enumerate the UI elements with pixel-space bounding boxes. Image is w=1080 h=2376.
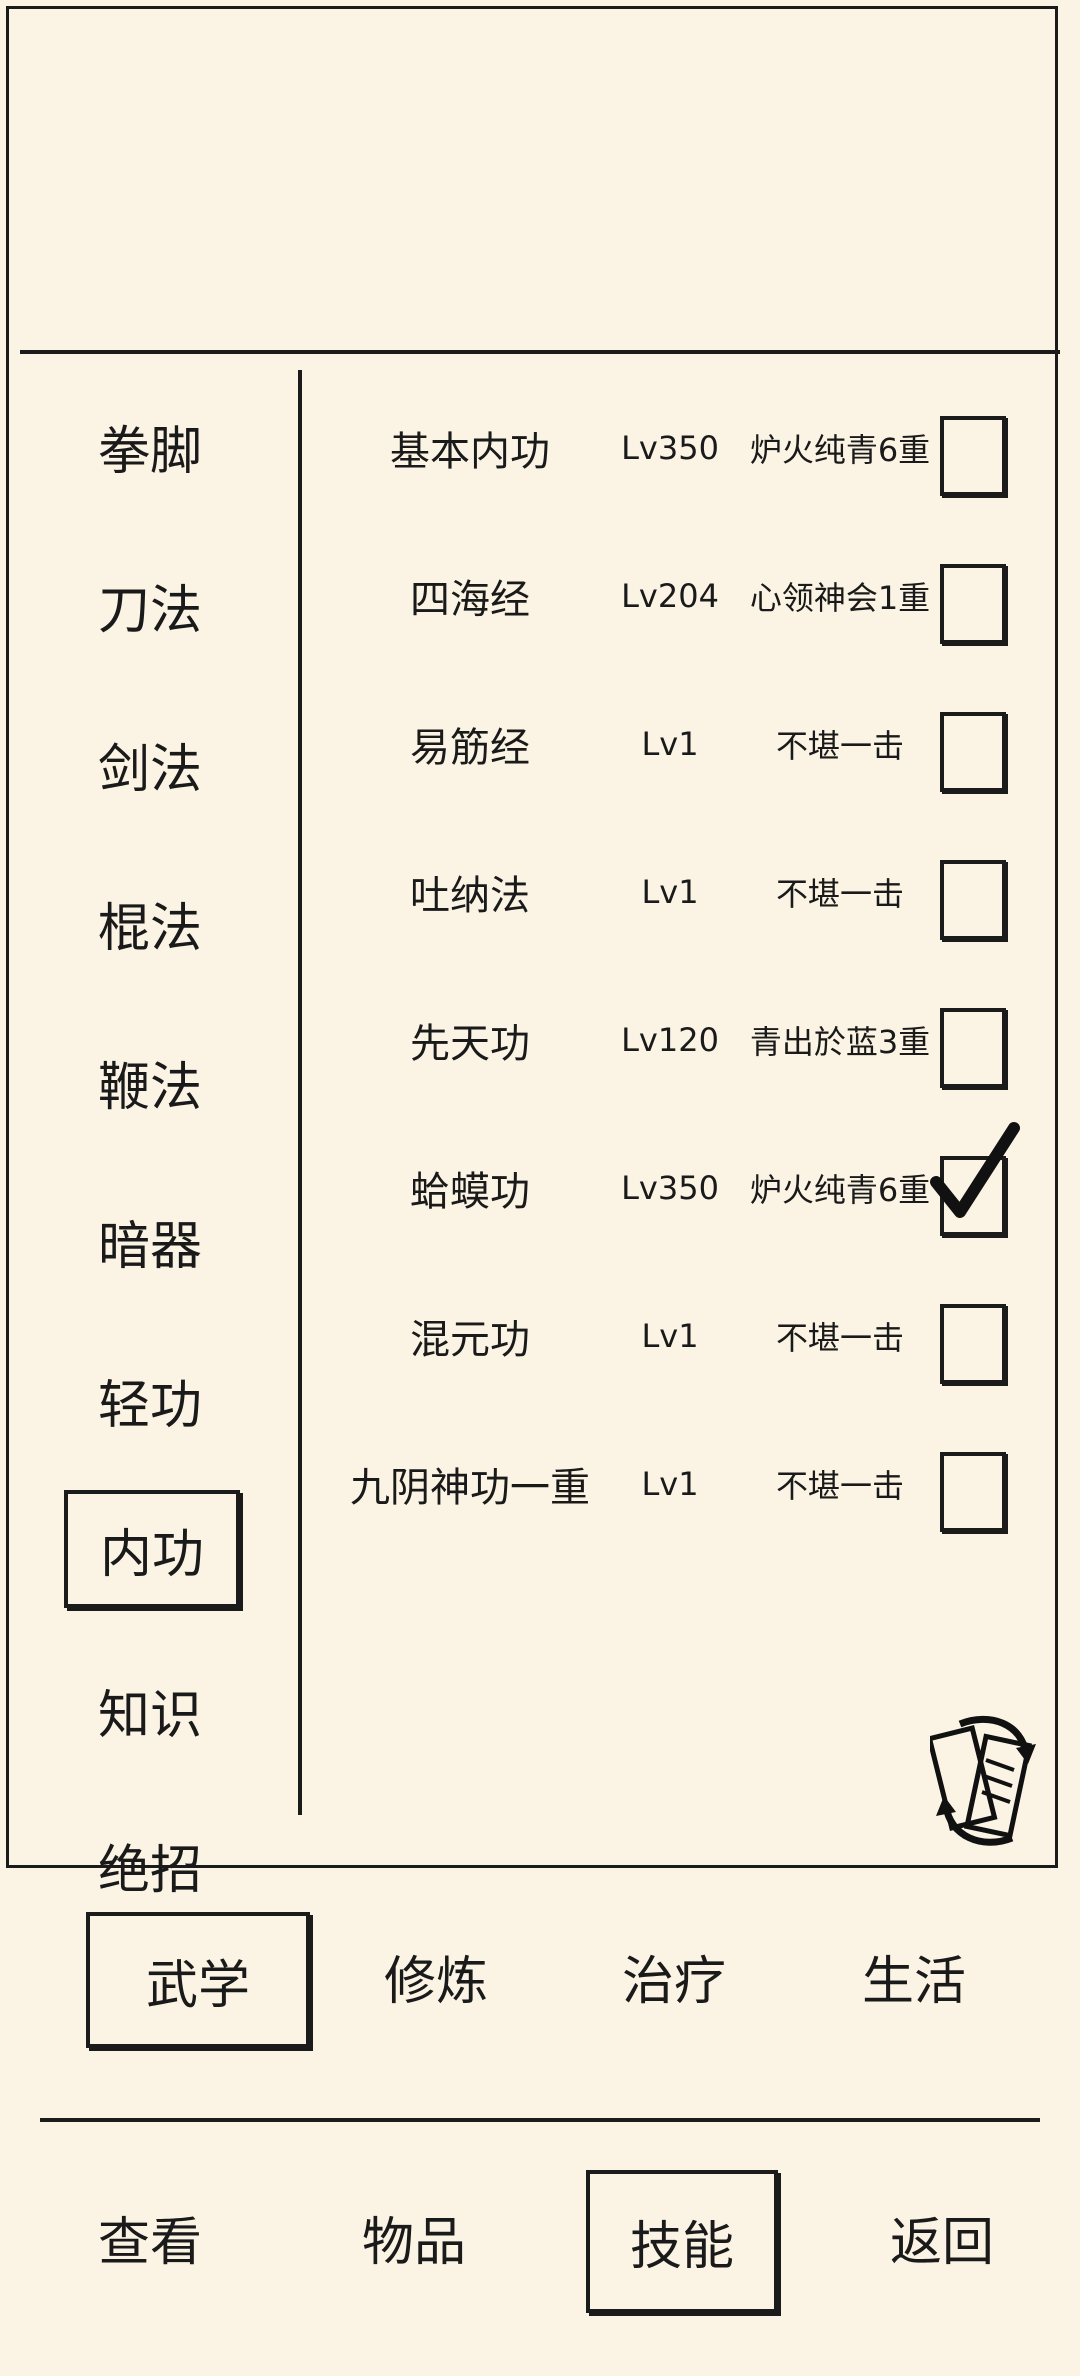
skill-row[interactable]: 蛤蟆功 Lv350 炉火纯青6重 — [330, 1118, 1020, 1258]
category-juezhao[interactable]: 绝招 — [60, 1815, 240, 1915]
skill-row[interactable]: 易筋经 Lv1 不堪一击 — [330, 674, 1020, 814]
category-daofa[interactable]: 刀法 — [60, 555, 240, 655]
swap-cards-icon[interactable] — [926, 1710, 1040, 1850]
category-divider — [298, 370, 302, 1815]
tab-zhiliao[interactable]: 治疗 — [574, 1912, 774, 2040]
skill-level: Lv1 — [641, 1317, 699, 1355]
bottom-divider — [40, 2118, 1040, 2122]
skill-row[interactable]: 吐纳法 Lv1 不堪一击 — [330, 822, 1020, 962]
skill-status: 炉火纯青6重 — [749, 431, 931, 469]
skill-status: 心领神会1重 — [749, 579, 931, 617]
category-gunfa[interactable]: 棍法 — [60, 873, 240, 973]
skill-level: Lv350 — [621, 1169, 719, 1207]
skill-checkbox[interactable] — [930, 1122, 1020, 1236]
skill-name: 基本内功 — [390, 429, 550, 475]
skill-name: 吐纳法 — [410, 873, 530, 919]
skill-status: 不堪一击 — [775, 1467, 904, 1505]
skill-name: 混元功 — [410, 1317, 530, 1363]
skill-name: 蛤蟆功 — [410, 1169, 530, 1215]
skill-level: Lv120 — [621, 1021, 719, 1059]
skill-name: 九阴神功一重 — [350, 1465, 590, 1511]
skill-checkbox[interactable] — [940, 1304, 1006, 1384]
category-anqi[interactable]: 暗器 — [60, 1191, 240, 1291]
skill-level: Lv204 — [621, 577, 719, 615]
skill-checkbox[interactable] — [940, 1452, 1006, 1532]
skill-level: Lv1 — [641, 725, 699, 763]
skill-checkbox[interactable] — [940, 416, 1006, 496]
skill-row[interactable]: 先天功 Lv120 青出於蓝3重 — [330, 970, 1020, 1110]
skill-name: 四海经 — [410, 577, 530, 623]
skill-status: 不堪一击 — [775, 727, 904, 765]
category-jianfa[interactable]: 剑法 — [60, 714, 240, 814]
top-divider — [20, 350, 1060, 354]
skill-name: 先天功 — [410, 1021, 530, 1067]
tab-wuxue[interactable]: 武学 — [86, 1912, 310, 2048]
skill-status: 青出於蓝3重 — [749, 1023, 931, 1061]
skill-status: 不堪一击 — [775, 1319, 904, 1357]
category-qinggong[interactable]: 轻功 — [60, 1350, 240, 1450]
nav-back[interactable]: 返回 — [842, 2170, 1042, 2305]
skill-checkbox[interactable] — [940, 860, 1006, 940]
category-bianfa[interactable]: 鞭法 — [60, 1032, 240, 1132]
skill-row[interactable]: 四海经 Lv204 心领神会1重 — [330, 526, 1020, 666]
skill-name: 易筋经 — [410, 725, 530, 771]
tab-shenghuo[interactable]: 生活 — [814, 1912, 1014, 2040]
skill-row[interactable]: 九阴神功一重 Lv1 不堪一击 — [330, 1414, 1020, 1554]
skill-status: 不堪一击 — [775, 875, 904, 913]
skill-row[interactable]: 基本内功 Lv350 炉火纯青6重 — [330, 378, 1020, 518]
skill-level: Lv1 — [641, 873, 699, 911]
skill-checkbox[interactable] — [940, 564, 1006, 644]
category-zhishi[interactable]: 知识 — [60, 1660, 240, 1760]
skill-level: Lv350 — [621, 429, 719, 467]
nav-view[interactable]: 查看 — [50, 2170, 250, 2305]
skill-status: 炉火纯青6重 — [749, 1171, 931, 1209]
skill-row[interactable]: 混元功 Lv1 不堪一击 — [330, 1266, 1020, 1406]
tab-xiulian[interactable]: 修炼 — [336, 1912, 536, 2040]
skill-checkbox[interactable] — [940, 712, 1006, 792]
category-quanjiao[interactable]: 拳脚 — [60, 396, 240, 496]
skill-checkbox[interactable] — [940, 1008, 1006, 1088]
skill-level: Lv1 — [641, 1465, 699, 1503]
nav-skills[interactable]: 技能 — [586, 2170, 778, 2313]
nav-items[interactable]: 物品 — [314, 2170, 514, 2305]
checkmark-icon — [930, 1122, 1020, 1218]
category-neigong[interactable]: 内功 — [64, 1490, 240, 1608]
